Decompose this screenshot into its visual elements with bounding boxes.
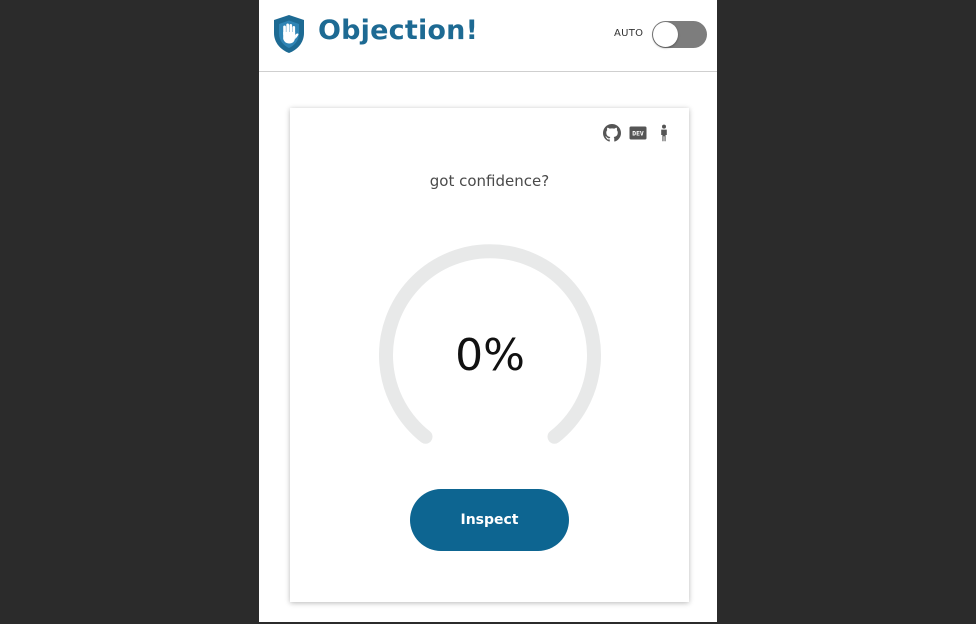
confidence-prompt: got confidence? xyxy=(429,172,550,190)
extension-popup: Objection! AUTO DEV got confidence? 0% I… xyxy=(259,0,717,622)
auto-toggle[interactable] xyxy=(652,21,707,48)
confidence-percentage: 0% xyxy=(455,330,525,381)
confidence-card: DEV got confidence? 0% Inspect xyxy=(290,108,689,602)
github-icon[interactable] xyxy=(603,124,621,142)
app-title: Objection! xyxy=(318,15,479,46)
inspect-button[interactable]: Inspect xyxy=(410,489,569,551)
dev-icon-text: DEV xyxy=(632,130,644,138)
accessibility-person-icon[interactable] xyxy=(655,124,673,142)
toggle-knob[interactable] xyxy=(653,22,678,47)
card-links: DEV xyxy=(603,124,673,142)
dev-icon[interactable]: DEV xyxy=(629,124,647,142)
auto-label: AUTO xyxy=(614,28,644,39)
header: Objection! AUTO xyxy=(259,0,717,72)
shield-hand-logo-icon xyxy=(274,15,304,53)
